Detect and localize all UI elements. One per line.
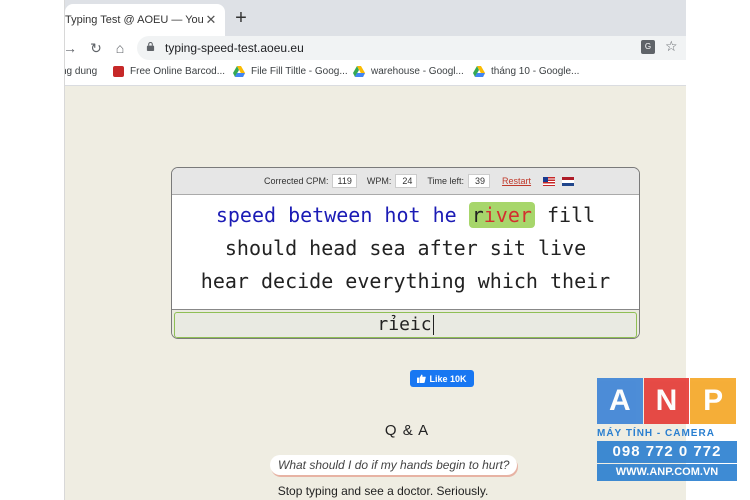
home-icon[interactable]: ⌂ xyxy=(111,38,129,58)
bookmark-item[interactable]: ng dung xyxy=(64,66,98,77)
anp-letter-a: A xyxy=(597,378,643,424)
reload-icon[interactable]: ↻ xyxy=(87,38,105,58)
time-left-value: 39 xyxy=(468,174,491,188)
thumbs-up-icon xyxy=(417,374,427,383)
like-label: Like 10K xyxy=(429,373,467,384)
word-display: speed between hot he river fill should h… xyxy=(172,195,639,309)
text-caret xyxy=(432,315,434,335)
anp-logo: A N P xyxy=(597,378,737,424)
bookmark-label: warehouse - Googl... xyxy=(371,66,464,77)
faq-answer: Stop typing and see a doctor. Seriously. xyxy=(277,484,489,498)
current-word: river xyxy=(468,202,535,228)
anp-watermark: A N P MÁY TÍNH - CAMERA 098 772 0 772 WW… xyxy=(597,378,737,490)
qa-heading: Q & A xyxy=(384,422,430,439)
bookmark-item[interactable]: warehouse - Googl... xyxy=(353,66,464,77)
active-tab[interactable]: Typing Test @ AOEU — Your typ... ✕ xyxy=(65,4,225,36)
word-line: speed between hot he river fill xyxy=(172,199,639,232)
bookmark-label: ng dung xyxy=(64,66,98,77)
us-flag-icon[interactable] xyxy=(543,176,556,186)
tab-title: Typing Test @ AOEU — Your typ... xyxy=(65,14,203,26)
stats-bar: Corrected CPM: 119 WPM: 24 Time left: 39… xyxy=(172,168,639,195)
bookmark-star-icon[interactable]: ☆ xyxy=(665,38,678,55)
close-tab-icon[interactable]: ✕ xyxy=(203,12,219,28)
bookmark-label: tháng 10 - Google... xyxy=(491,66,580,77)
restart-link[interactable]: Restart xyxy=(502,176,531,186)
typing-input-value: rỉeic xyxy=(377,314,432,335)
current-word-error: iver xyxy=(483,203,532,227)
typing-test-box: Corrected CPM: 119 WPM: 24 Time left: 39… xyxy=(171,167,640,339)
translate-icon[interactable]: G xyxy=(641,40,655,54)
browser-window: Typing Test @ AOEU — Your typ... ✕ + → ↻… xyxy=(64,0,686,500)
tab-bar: Typing Test @ AOEU — Your typ... ✕ + xyxy=(65,0,686,36)
anp-subtitle: MÁY TÍNH - CAMERA xyxy=(597,428,715,439)
anp-letter-n: N xyxy=(643,378,690,424)
typing-input[interactable]: rỉeic xyxy=(174,312,637,338)
wpm-label: WPM: xyxy=(366,176,392,186)
anp-letter-p: P xyxy=(690,378,737,424)
input-row: rỉeic xyxy=(172,309,639,338)
word-line: hear decide everything which their xyxy=(200,269,611,293)
faq-question[interactable]: What should I do if my hands begin to hu… xyxy=(270,455,518,475)
cpm-value: 119 xyxy=(332,174,357,188)
netherlands-flag-icon[interactable] xyxy=(562,176,575,186)
anp-phone: 098 772 0 772 xyxy=(597,441,737,463)
typed-words: speed between hot he xyxy=(215,203,457,227)
bookmark-label: File Fill Tiltle - Goog... xyxy=(251,66,348,77)
bookmarks-bar: ng dung Free Online Barcod... File Fill … xyxy=(65,60,686,86)
screen-margin-left xyxy=(0,0,64,500)
time-left-label: Time left: xyxy=(427,176,465,186)
bookmark-item[interactable]: Free Online Barcod... xyxy=(113,66,225,77)
upcoming-words: fill xyxy=(546,203,596,227)
bookmark-label: Free Online Barcod... xyxy=(130,66,226,77)
bookmark-item[interactable]: tháng 10 - Google... xyxy=(473,66,579,77)
current-word-correct: r xyxy=(471,203,484,227)
barcode-site-icon xyxy=(113,66,124,77)
toolbar: → ↻ ⌂ typing-speed-test.aoeu.eu G ☆ xyxy=(65,36,686,60)
bookmark-item[interactable]: File Fill Tiltle - Goog... xyxy=(233,66,348,77)
forward-arrow-icon[interactable]: → xyxy=(65,38,79,58)
new-tab-icon[interactable]: + xyxy=(231,8,251,28)
cpm-label: Corrected CPM: xyxy=(263,176,329,186)
wpm-value: 24 xyxy=(395,174,418,188)
address-bar[interactable]: typing-speed-test.aoeu.eu xyxy=(137,36,686,60)
google-drive-icon xyxy=(353,66,365,77)
facebook-like-button[interactable]: Like 10K xyxy=(410,370,474,387)
word-line: should head sea after sit live xyxy=(224,236,587,260)
google-drive-icon xyxy=(473,66,485,77)
google-drive-icon xyxy=(233,66,245,77)
anp-website: WWW.ANP.COM.VN xyxy=(597,464,737,481)
url-text: typing-speed-test.aoeu.eu xyxy=(165,41,304,55)
lock-icon xyxy=(146,42,155,51)
